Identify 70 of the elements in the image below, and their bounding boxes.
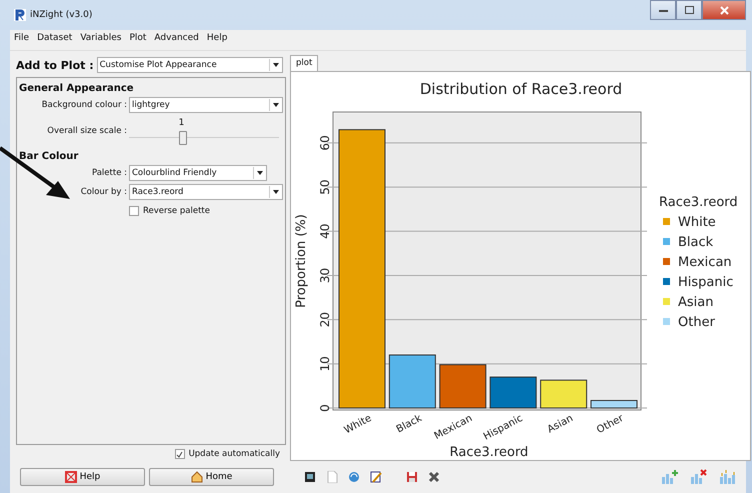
bar xyxy=(590,400,638,408)
x-tick-label: White xyxy=(342,412,374,436)
maximize-button[interactable] xyxy=(676,0,702,20)
menu-item[interactable]: Plot xyxy=(129,33,146,47)
y-tick-label: 40 xyxy=(318,224,332,239)
tab[interactable]: plot xyxy=(290,55,318,71)
maximize-icon xyxy=(684,6,694,14)
close-icon[interactable] xyxy=(428,471,440,483)
add-to-plot-label: Add to Plot : xyxy=(16,58,94,72)
y-axis-label: Proportion (%) xyxy=(294,214,309,308)
remove-bar-chart-icon[interactable] xyxy=(690,469,707,485)
button[interactable]: Home xyxy=(149,468,274,486)
dropdown[interactable]: Colourblind Friendly xyxy=(129,164,267,180)
legend-title: Race3.reord xyxy=(659,195,738,210)
menu-item[interactable]: Advanced xyxy=(154,33,199,47)
checkbox-label: Reverse palette xyxy=(143,206,210,216)
field-label: Overall size scale : xyxy=(46,126,128,136)
legend-label: Other xyxy=(678,315,715,330)
checkbox[interactable] xyxy=(174,449,185,459)
section-heading: Bar Colour xyxy=(19,151,80,162)
caret-icon xyxy=(273,102,279,106)
y-tick-label: 30 xyxy=(318,268,332,284)
legend-label: Mexican xyxy=(678,255,732,270)
bar xyxy=(540,380,588,408)
y-tick-label: 50 xyxy=(318,179,332,195)
menu-item[interactable]: Dataset xyxy=(37,33,72,47)
minimize-icon xyxy=(658,7,668,13)
bar xyxy=(439,364,486,408)
section-heading: General Appearance xyxy=(19,83,135,94)
check-icon xyxy=(176,450,184,458)
save-icon[interactable] xyxy=(406,471,418,483)
refresh-icon[interactable] xyxy=(348,471,360,483)
x-axis-label: Race3.reord xyxy=(450,445,528,460)
menu-item[interactable]: Variables xyxy=(80,33,122,47)
minimize-button[interactable] xyxy=(650,0,676,20)
x-tick-label: Asian xyxy=(546,412,575,436)
dropdown[interactable]: lightgrey xyxy=(129,96,283,112)
checkbox[interactable] xyxy=(129,206,139,216)
close-icon xyxy=(720,6,728,14)
close-button[interactable] xyxy=(702,0,746,20)
bar xyxy=(490,376,537,408)
menu-item[interactable]: Help xyxy=(206,33,228,47)
picture-frame-icon[interactable] xyxy=(304,471,316,483)
y-tick-label: 60 xyxy=(318,135,332,151)
caret-icon xyxy=(257,170,263,174)
caret-icon xyxy=(272,63,279,67)
legend-label: Asian xyxy=(678,295,714,310)
field-label: Colour by : xyxy=(80,186,128,196)
bar xyxy=(388,354,436,408)
button[interactable]: Help xyxy=(20,468,145,486)
menu-item[interactable]: File xyxy=(14,33,30,47)
caret-icon xyxy=(273,190,279,194)
field-label: Palette : xyxy=(90,168,128,178)
house-icon xyxy=(190,471,203,483)
chart-title: Distribution of Race3.reord xyxy=(420,80,622,98)
legend-label: White xyxy=(678,215,716,230)
r-logo-icon xyxy=(14,9,26,21)
y-tick-label: 20 xyxy=(318,312,332,328)
slider-value: 1 xyxy=(178,118,184,128)
dropdown[interactable]: Race3.reord xyxy=(129,184,283,200)
legend-label: Hispanic xyxy=(678,275,734,290)
y-tick-label: 10 xyxy=(318,356,332,372)
checkbox-label: Update automatically xyxy=(188,449,280,459)
add-bar-chart-icon[interactable] xyxy=(661,469,678,485)
window-title: iNZight (v3.0) xyxy=(30,10,92,20)
legend-label: Black xyxy=(678,235,714,250)
dropdown[interactable]: Customise Plot Appearance xyxy=(96,57,283,73)
field-label: Background colour : xyxy=(40,100,128,110)
y-tick-label: 0 xyxy=(318,404,332,412)
slider-thumb[interactable] xyxy=(178,131,186,145)
